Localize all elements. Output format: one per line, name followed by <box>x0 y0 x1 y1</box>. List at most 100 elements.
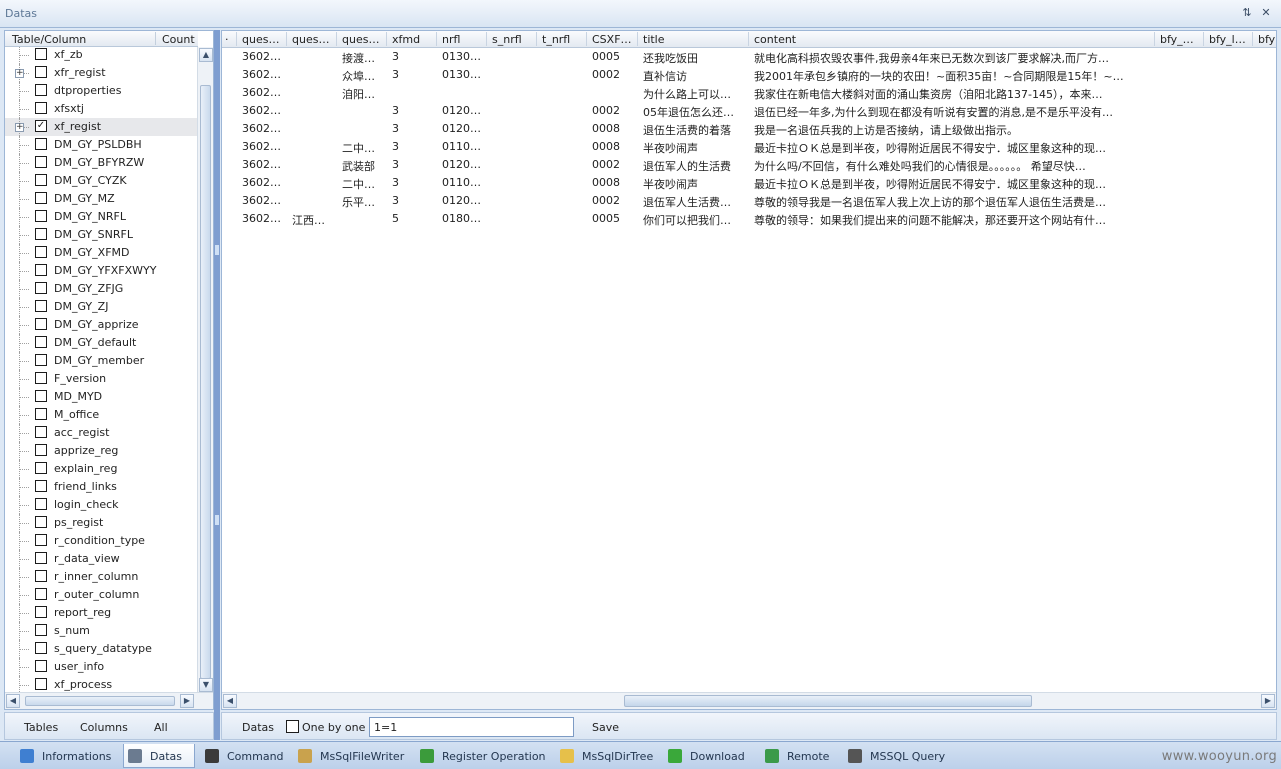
column-header[interactable]: ques… <box>292 33 336 46</box>
tree-item[interactable]: DM_GY_CYZK <box>5 172 198 190</box>
tree-item-checkbox[interactable] <box>35 606 47 618</box>
grid-cell[interactable]: 我家住在新电信大楼斜对面的涌山集资房（洎阳北路137-145），本来… <box>754 86 1154 102</box>
tree-item[interactable]: + xfr_regist <box>5 64 198 82</box>
column-separator[interactable] <box>236 32 237 46</box>
tree-item-checkbox[interactable] <box>35 426 47 438</box>
tree-item[interactable]: xf_zb <box>5 47 198 64</box>
grid-cell[interactable]: 0120… <box>442 122 486 135</box>
grid-cell[interactable]: 0120… <box>442 158 486 171</box>
collapse-right-icon[interactable] <box>215 515 219 525</box>
grid-cell[interactable]: 半夜吵闹声 <box>643 140 748 156</box>
grid-cell[interactable]: 3602… <box>242 122 286 135</box>
scroll-thumb[interactable] <box>25 696 175 706</box>
grid-cell[interactable]: 武装部 <box>342 158 386 174</box>
tree-item[interactable]: r_condition_type <box>5 532 198 550</box>
grid-cell[interactable]: 3602… <box>242 158 286 171</box>
column-header[interactable]: s_nrfl <box>492 33 536 46</box>
grid-cell[interactable]: 我2001年承包乡镇府的一块的农田！~面积35亩！~合同期限是15年！~… <box>754 68 1154 84</box>
grid-cell[interactable]: 0130… <box>442 50 486 63</box>
scroll-right-icon[interactable]: ▶ <box>1261 694 1275 708</box>
grid-cell[interactable]: 0110… <box>442 140 486 153</box>
tree-item-checkbox[interactable] <box>35 318 47 330</box>
grid-cell[interactable]: 直补信访 <box>643 68 748 84</box>
grid-cell[interactable]: 我是一名退伍兵我的上访是否接纳，请上级做出指示。 <box>754 122 1154 138</box>
tree-item[interactable]: DM_GY_BFYRZW <box>5 154 198 172</box>
tree-item-checkbox[interactable] <box>35 462 47 474</box>
grid-cell[interactable]: 3 <box>392 140 436 153</box>
tree-item[interactable]: DM_GY_XFMD <box>5 244 198 262</box>
column-separator[interactable] <box>1252 32 1253 46</box>
tree-item-checkbox[interactable] <box>35 408 47 420</box>
tree-item-checkbox[interactable] <box>35 624 47 636</box>
tree-item-checkbox[interactable] <box>35 246 47 258</box>
grid-cell[interactable]: 退伍军人的生活费 <box>643 158 748 174</box>
grid-cell[interactable]: 还我吃饭田 <box>643 50 748 66</box>
grid-cell[interactable]: 3602… <box>242 176 286 189</box>
grid-cell[interactable]: 就电化高科损农毁农事件,我毋亲4年来已无数次到该厂要求解决,而厂方… <box>754 50 1154 66</box>
tree-item[interactable]: DM_GY_NRFL <box>5 208 198 226</box>
tree-item-checkbox[interactable] <box>35 228 47 240</box>
tree-item[interactable]: DM_GY_MZ <box>5 190 198 208</box>
grid-cell[interactable]: 0002 <box>592 68 636 81</box>
tab-mssql-query[interactable]: MSSQL Query <box>844 744 945 768</box>
column-header[interactable]: CSXF… <box>592 33 636 46</box>
grid-cell[interactable]: 洎阳… <box>342 86 386 102</box>
tree-item[interactable]: MD_MYD <box>5 388 198 406</box>
column-header[interactable]: title <box>643 33 748 46</box>
tree-item[interactable]: xfsxtj <box>5 100 198 118</box>
column-header[interactable]: xfmd <box>392 33 436 46</box>
tree-item-checkbox[interactable] <box>35 210 47 222</box>
tree-item-checkbox[interactable] <box>35 48 47 60</box>
grid-cell[interactable]: 0120… <box>442 104 486 117</box>
grid-cell[interactable]: 0120… <box>442 194 486 207</box>
grid-cell[interactable]: 0005 <box>592 212 636 225</box>
tree-item[interactable]: s_query_datatype <box>5 640 198 658</box>
tree-item[interactable]: DM_GY_ZFJG <box>5 280 198 298</box>
tree-item-checkbox[interactable] <box>35 480 47 492</box>
filter-input[interactable] <box>369 717 574 737</box>
grid-cell[interactable]: 05年退伍怎么还… <box>643 104 748 120</box>
tab-remote[interactable]: Remote <box>761 744 839 768</box>
tree-item-checkbox[interactable] <box>35 336 47 348</box>
grid-cell[interactable]: 0002 <box>592 194 636 207</box>
tree-item[interactable]: friend_links <box>5 478 198 496</box>
grid-cell[interactable]: 退伍生活费的着落 <box>643 122 748 138</box>
column-separator[interactable] <box>386 32 387 46</box>
grid-cell[interactable]: 3 <box>392 104 436 117</box>
column-separator[interactable] <box>486 32 487 46</box>
tree-item-checkbox[interactable] <box>35 66 47 78</box>
tree-item[interactable]: s_num <box>5 622 198 640</box>
grid-cell[interactable]: 3602… <box>242 212 286 225</box>
tree-item-checkbox[interactable] <box>35 102 47 114</box>
one-by-one-checkbox[interactable] <box>286 720 299 733</box>
tree-item-checkbox[interactable] <box>35 354 47 366</box>
column-separator[interactable] <box>1203 32 1204 46</box>
tree-item-checkbox[interactable] <box>35 282 47 294</box>
datas-button[interactable]: Datas <box>242 721 274 734</box>
tree-item-checkbox[interactable] <box>35 552 47 564</box>
tab-datas[interactable]: Datas <box>123 744 195 768</box>
scroll-thumb[interactable] <box>624 695 1032 707</box>
grid-cell[interactable]: 0180… <box>442 212 486 225</box>
tree-item[interactable]: M_office <box>5 406 198 424</box>
expand-icon[interactable]: + <box>15 123 24 132</box>
scroll-right-icon[interactable]: ▶ <box>180 694 194 708</box>
pin-icon[interactable]: ⇅ <box>1240 6 1254 20</box>
grid-cell[interactable]: 3 <box>392 122 436 135</box>
column-header[interactable]: ques… <box>242 33 286 46</box>
expand-icon[interactable]: + <box>15 69 24 78</box>
grid-cell[interactable]: 半夜吵闹声 <box>643 176 748 192</box>
tree-header-table[interactable]: Table/Column <box>12 33 86 46</box>
grid-cell[interactable]: 江西… <box>292 212 336 228</box>
grid-cell[interactable]: 二中… <box>342 176 386 192</box>
column-separator[interactable] <box>286 32 287 46</box>
tree-item[interactable]: report_reg <box>5 604 198 622</box>
grid-cell[interactable]: 5 <box>392 212 436 225</box>
grid-cell[interactable]: 0005 <box>592 50 636 63</box>
tree-item[interactable]: r_data_view <box>5 550 198 568</box>
tree-item[interactable]: user_info <box>5 658 198 676</box>
tree-item[interactable]: xf_process <box>5 676 198 693</box>
tree-item[interactable]: DM_GY_ZJ <box>5 298 198 316</box>
tree-item[interactable]: apprize_reg <box>5 442 198 460</box>
tree-item-checkbox[interactable] <box>35 444 47 456</box>
